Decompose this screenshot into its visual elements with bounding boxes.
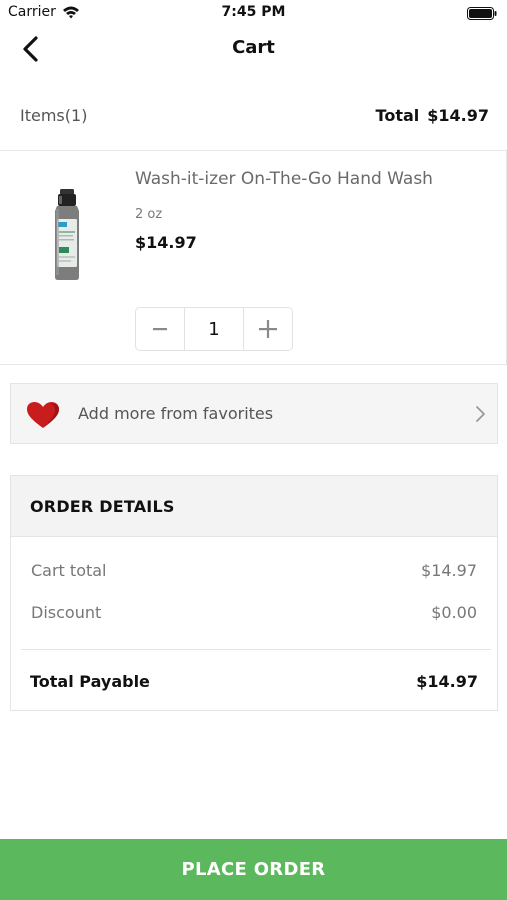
cart-total-summary: Total $14.97 xyxy=(376,106,489,125)
discount-label: Discount xyxy=(31,603,102,622)
minus-icon xyxy=(153,328,167,331)
decrease-quantity-button[interactable] xyxy=(136,308,184,350)
quantity-value[interactable]: 1 xyxy=(184,308,244,350)
plus-icon xyxy=(259,320,277,338)
cart-summary: Items(1) Total $14.97 xyxy=(0,100,507,132)
items-count-value: (1) xyxy=(64,106,88,125)
cart-item: Wash-it-izer On-The-Go Hand Wash 2 oz $1… xyxy=(0,150,507,365)
items-label: Items xyxy=(20,106,65,125)
quantity-stepper: 1 xyxy=(135,307,293,351)
hand-wash-bottle-image[interactable] xyxy=(48,189,86,281)
total-payable-value: $14.97 xyxy=(416,672,478,691)
total-label: Total xyxy=(375,106,420,125)
product-name[interactable]: Wash-it-izer On-The-Go Hand Wash xyxy=(135,169,433,189)
status-time: 7:45 PM xyxy=(221,4,286,20)
cart-total-label: Cart total xyxy=(31,561,107,580)
status-bar: Carrier 7:45 PM xyxy=(0,0,507,28)
total-payable-row: Total Payable $14.97 xyxy=(30,672,478,696)
heart-icon xyxy=(27,402,59,428)
increase-quantity-button[interactable] xyxy=(244,308,292,350)
total-value: $14.97 xyxy=(427,106,489,125)
cart-total-row: Cart total $14.97 xyxy=(31,561,477,585)
order-details-header: ORDER DETAILS xyxy=(11,476,497,537)
total-payable-label: Total Payable xyxy=(30,672,150,691)
order-details-title: ORDER DETAILS xyxy=(30,497,175,516)
order-details-card: ORDER DETAILS Cart total $14.97 Discount… xyxy=(10,475,498,711)
chevron-right-icon xyxy=(476,406,485,422)
items-count: Items(1) xyxy=(20,106,87,125)
product-size: 2 oz xyxy=(135,207,163,222)
discount-value: $0.00 xyxy=(431,603,477,622)
favorites-label: Add more from favorites xyxy=(78,404,274,423)
battery-icon xyxy=(467,7,497,20)
place-order-button[interactable]: PLACE ORDER xyxy=(0,839,507,900)
product-price: $14.97 xyxy=(135,233,197,252)
add-from-favorites-button[interactable]: Add more from favorites xyxy=(10,383,498,444)
nav-bar: Cart xyxy=(0,28,507,70)
cart-total-value: $14.97 xyxy=(421,561,477,580)
divider xyxy=(21,649,491,650)
discount-row: Discount $0.00 xyxy=(31,603,477,627)
page-title: Cart xyxy=(232,37,275,58)
